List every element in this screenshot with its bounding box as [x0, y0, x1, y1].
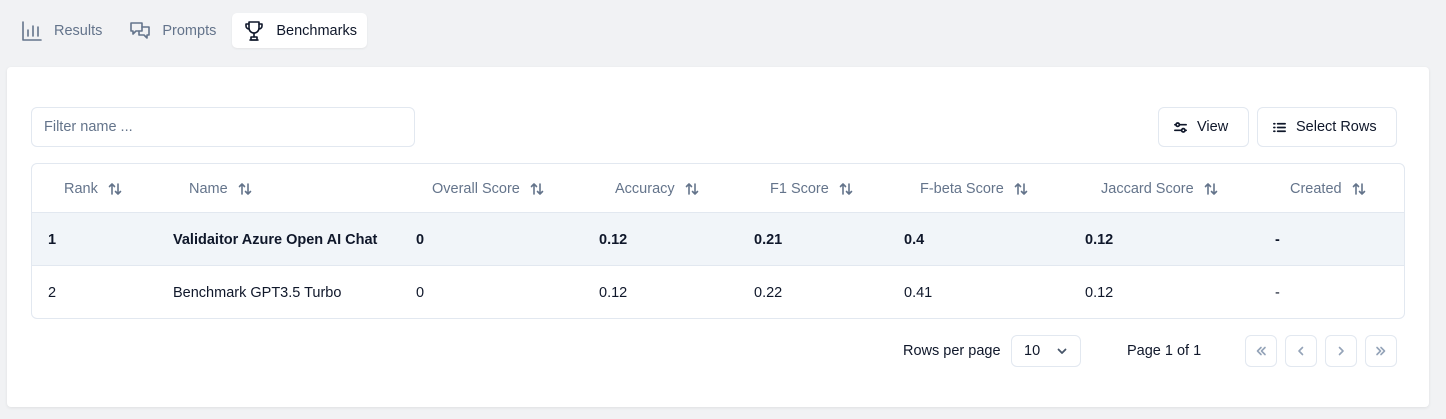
column-header-f1-score[interactable]: F1 Score	[770, 164, 853, 213]
last-page-button[interactable]	[1365, 335, 1397, 367]
rows-per-page-value: 10	[1024, 343, 1041, 359]
select-rows-button[interactable]: Select Rows	[1257, 107, 1397, 147]
column-label: Overall Score	[432, 180, 520, 197]
benchmarks-panel: View Select Rows Rank Name Overall Score…	[7, 67, 1429, 407]
table-row[interactable]: 1 Validaitor Azure Open AI Chat 0 0.12 0…	[32, 213, 1404, 266]
cell-f1-score: 0.21	[754, 231, 783, 248]
column-header-jaccard-score[interactable]: Jaccard Score	[1101, 164, 1218, 213]
table-header: Rank Name Overall Score Accuracy F1 Scor…	[32, 164, 1404, 213]
bar-chart-icon	[22, 20, 42, 41]
chevron-left-icon	[1298, 346, 1304, 356]
column-label: Rank	[64, 180, 98, 197]
sort-icon	[1014, 182, 1028, 195]
select-rows-button-label: Select Rows	[1296, 119, 1377, 135]
tab-prompts[interactable]: Prompts	[118, 13, 226, 48]
column-label: Accuracy	[615, 180, 675, 197]
cell-accuracy: 0.12	[599, 231, 628, 248]
column-header-f-beta-score[interactable]: F-beta Score	[920, 164, 1028, 213]
column-label: Created	[1290, 180, 1342, 197]
chevron-right-icon	[1338, 346, 1344, 356]
cell-name: Benchmark GPT3.5 Turbo	[173, 284, 342, 301]
column-label: Jaccard Score	[1101, 180, 1194, 197]
column-header-rank[interactable]: Rank	[64, 164, 122, 213]
cell-f-beta-score: 0.4	[904, 231, 925, 248]
column-header-overall-score[interactable]: Overall Score	[432, 164, 544, 213]
cell-created: -	[1275, 231, 1280, 248]
cell-f1-score: 0.22	[754, 284, 783, 301]
sort-icon	[839, 182, 853, 195]
cell-overall-score: 0	[416, 231, 425, 248]
chat-bubbles-icon	[130, 21, 151, 39]
benchmarks-table: Rank Name Overall Score Accuracy F1 Scor…	[31, 163, 1405, 319]
tab-results-label: Results	[54, 22, 103, 39]
sort-icon	[238, 182, 251, 195]
sort-icon	[685, 182, 698, 195]
rows-per-page-select[interactable]: 10	[1011, 335, 1081, 367]
rows-per-page-label: Rows per page	[903, 343, 1001, 359]
column-label: Name	[189, 180, 228, 197]
tab-results[interactable]: Results	[10, 13, 112, 48]
sliders-icon	[1174, 121, 1187, 133]
cell-created: -	[1275, 284, 1280, 301]
tab-bar: Results Prompts Benchmarks	[10, 13, 367, 48]
chevron-down-icon	[1057, 348, 1067, 354]
next-page-button[interactable]	[1325, 335, 1357, 367]
column-label: F-beta Score	[920, 180, 1004, 197]
cell-f-beta-score: 0.41	[904, 284, 933, 301]
chevrons-left-icon	[1256, 346, 1266, 356]
cell-overall-score: 0	[416, 284, 425, 301]
view-button[interactable]: View	[1158, 107, 1249, 147]
cell-jaccard-score: 0.12	[1085, 231, 1114, 248]
page-info: Page 1 of 1	[1127, 343, 1202, 359]
view-button-label: View	[1197, 119, 1229, 135]
first-page-button[interactable]	[1245, 335, 1277, 367]
previous-page-button[interactable]	[1285, 335, 1317, 367]
cell-rank: 1	[48, 231, 57, 248]
tab-prompts-label: Prompts	[162, 22, 217, 39]
cell-rank: 2	[48, 284, 57, 301]
column-header-created[interactable]: Created	[1290, 164, 1366, 213]
pagination-bar: Rows per page 10 Page 1 of 1	[7, 335, 1429, 367]
sort-icon	[108, 182, 122, 195]
column-header-accuracy[interactable]: Accuracy	[615, 164, 699, 213]
filter-name-input[interactable]	[31, 107, 415, 147]
sort-icon	[1352, 182, 1365, 195]
column-label: F1 Score	[770, 180, 829, 197]
sort-icon	[1204, 182, 1217, 195]
sort-icon	[530, 182, 544, 195]
cell-jaccard-score: 0.12	[1085, 284, 1114, 301]
column-header-name[interactable]: Name	[189, 164, 252, 213]
cell-name: Validaitor Azure Open AI Chat	[173, 231, 378, 248]
list-icon	[1273, 122, 1286, 132]
trophy-icon	[245, 20, 264, 41]
tab-benchmarks[interactable]: Benchmarks	[232, 13, 367, 48]
chevrons-right-icon	[1376, 346, 1386, 356]
tab-benchmarks-label: Benchmarks	[276, 22, 357, 39]
table-row[interactable]: 2 Benchmark GPT3.5 Turbo 0 0.12 0.22 0.4…	[32, 266, 1404, 318]
cell-accuracy: 0.12	[599, 284, 628, 301]
